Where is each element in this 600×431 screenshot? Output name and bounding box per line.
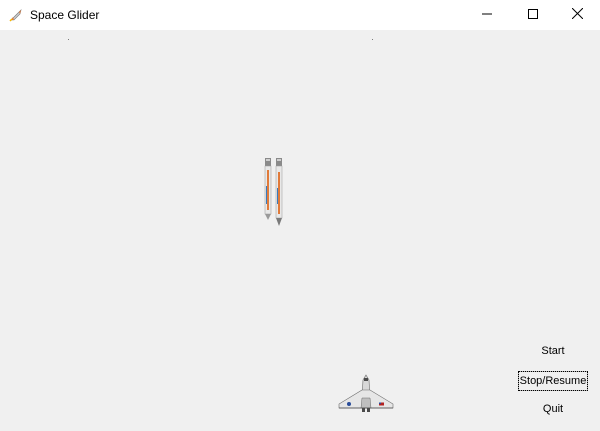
rocket-icon [8,7,24,23]
game-canvas[interactable] [0,30,510,431]
app-window: Space Glider Start Stop/Resume Quit [0,0,600,431]
star [372,39,373,40]
close-button[interactable] [554,0,600,30]
quit-button[interactable]: Quit [528,400,578,418]
maximize-icon [528,6,538,24]
rocket-boosters-sprite [263,156,285,228]
minimize-icon [482,6,492,24]
space-shuttle-sprite [337,374,395,414]
maximize-button[interactable] [510,0,556,30]
window-title: Space Glider [30,8,100,22]
close-icon [571,6,583,24]
client-area: Start Stop/Resume Quit [0,30,600,431]
title-bar[interactable]: Space Glider [0,0,600,30]
star [68,39,69,40]
stop-resume-button[interactable]: Stop/Resume [518,371,588,391]
start-button[interactable]: Start [528,342,578,360]
minimize-button[interactable] [464,0,510,30]
